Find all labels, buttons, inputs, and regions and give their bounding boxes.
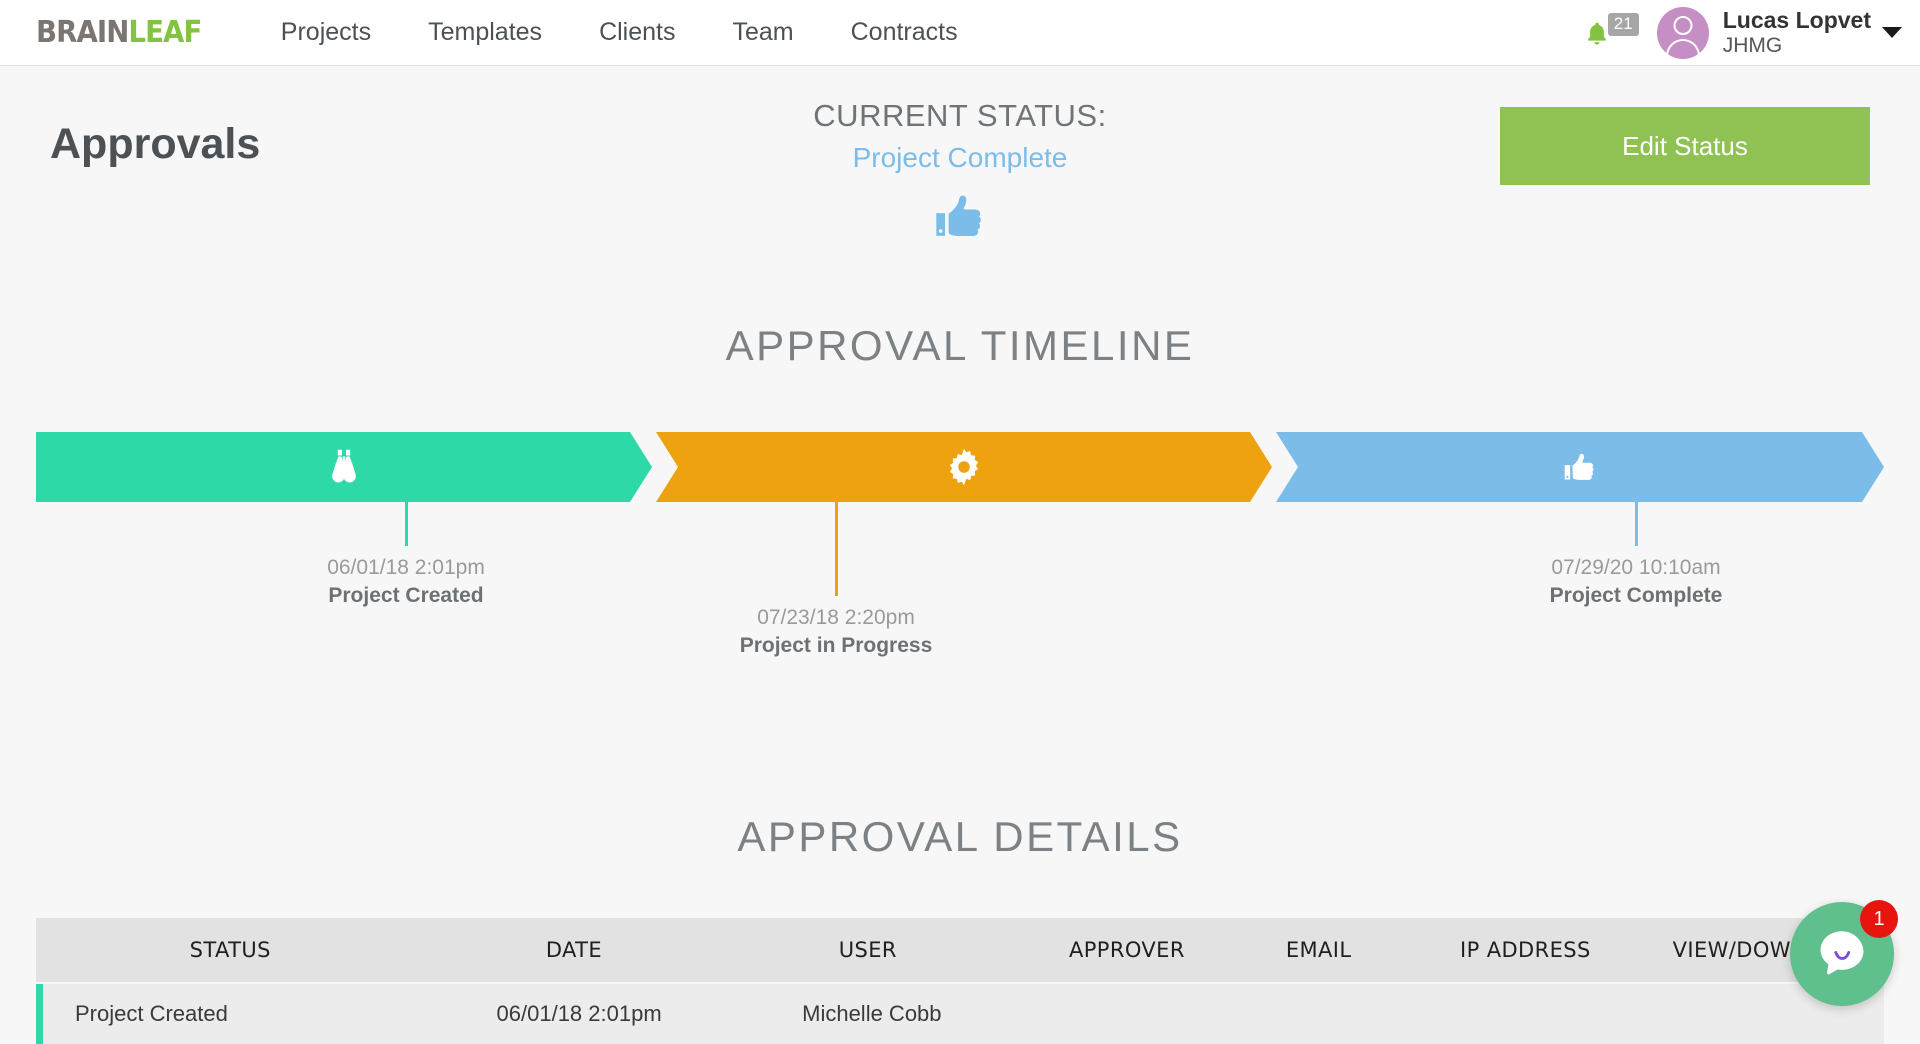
gear-icon <box>943 446 985 488</box>
logo-text-brain: BRAIN <box>36 14 129 50</box>
nav-item-contracts[interactable]: Contracts <box>851 18 958 47</box>
avatar[interactable] <box>1656 6 1709 59</box>
cell-status: Project Created <box>75 1001 228 1026</box>
column-header-ip-address[interactable]: IP ADDRESS <box>1396 938 1655 962</box>
approval-details-table: STATUS DATE USER APPROVER EMAIL IP ADDRE… <box>36 918 1884 1044</box>
timeline-node-date: 07/29/20 10:10am <box>1551 556 1721 579</box>
chat-widget-button[interactable]: 1 <box>1790 900 1898 1006</box>
avatar-body-shape <box>1665 38 1700 59</box>
user-company: JHMG <box>1722 33 1783 57</box>
brainleaf-logo[interactable]: BRAIN LEAF <box>36 14 202 50</box>
timeline-connector-line <box>834 502 838 596</box>
logo-text-leaf: LEAF <box>128 14 202 50</box>
nav-item-clients[interactable]: Clients <box>599 18 675 47</box>
nav-item-projects[interactable]: Projects <box>281 18 371 47</box>
edit-status-button[interactable]: Edit Status <box>1500 107 1870 185</box>
notifications-button[interactable]: 21 <box>1577 11 1641 55</box>
status-thumbs-up-wrapper <box>0 188 1920 251</box>
timeline-node-label: Project Complete <box>1549 584 1723 607</box>
timeline-node-project-created: 06/01/18 2:01pm Project Created <box>216 502 596 608</box>
column-header-status[interactable]: STATUS <box>36 938 425 962</box>
avatar-head-shape <box>1673 15 1693 35</box>
nav-item-templates[interactable]: Templates <box>428 18 542 47</box>
column-header-date[interactable]: DATE <box>425 938 724 962</box>
user-name: Lucas Lopvet <box>1722 6 1871 33</box>
binoculars-icon <box>322 445 366 489</box>
timeline-node-date: 07/23/18 2:20pm <box>757 606 915 629</box>
column-header-approver[interactable]: APPROVER <box>1012 938 1241 962</box>
timeline-connector-line <box>404 502 408 546</box>
approval-details-heading: APPROVAL DETAILS <box>737 813 1183 860</box>
timeline-connector-line <box>1634 502 1638 546</box>
timeline-node-label: Project Created <box>328 584 484 607</box>
timeline-step-project-complete[interactable] <box>1276 432 1884 502</box>
bell-icon <box>1587 22 1606 45</box>
approval-timeline-heading: APPROVAL TIMELINE <box>725 322 1195 369</box>
timeline-step-project-created[interactable] <box>36 432 652 502</box>
nav-links: Projects Templates Clients Team Contract… <box>281 18 958 47</box>
notification-count-badge: 21 <box>1607 12 1639 36</box>
cell-user: Michelle Cobb <box>802 1001 942 1026</box>
timeline-node-project-complete: 07/29/20 10:10am Project Complete <box>1446 502 1826 608</box>
column-header-email[interactable]: EMAIL <box>1241 938 1395 962</box>
column-header-user[interactable]: USER <box>723 938 1012 962</box>
nav-right-cluster: 21 Lucas Lopvet JHMG <box>1577 6 1902 59</box>
table-row[interactable]: Project Created 06/01/18 2:01pm Michelle… <box>36 984 1884 1044</box>
thumbs-up-icon <box>936 195 981 236</box>
table-header-row: STATUS DATE USER APPROVER EMAIL IP ADDRE… <box>36 918 1884 982</box>
page-title: Approvals <box>50 120 261 168</box>
thumbs-up-icon <box>1560 447 1600 487</box>
top-navigation-bar: BRAIN LEAF Projects Templates Clients Tea… <box>0 0 1920 66</box>
chevron-down-icon[interactable] <box>1882 27 1902 38</box>
chat-bubble-icon <box>1820 931 1864 975</box>
chat-unread-badge: 1 <box>1860 900 1898 938</box>
timeline-node-project-in-progress: 07/23/18 2:20pm Project in Progress <box>646 502 1026 658</box>
timeline-step-project-in-progress[interactable] <box>656 432 1272 502</box>
timeline-node-date: 06/01/18 2:01pm <box>327 556 485 579</box>
cell-date: 06/01/18 2:01pm <box>496 1001 662 1026</box>
user-menu[interactable]: Lucas Lopvet JHMG <box>1722 6 1871 57</box>
nav-item-team[interactable]: Team <box>732 18 793 47</box>
timeline-node-label: Project in Progress <box>739 634 933 657</box>
approval-timeline: 06/01/18 2:01pm Project Created 07/23/18… <box>36 432 1884 657</box>
